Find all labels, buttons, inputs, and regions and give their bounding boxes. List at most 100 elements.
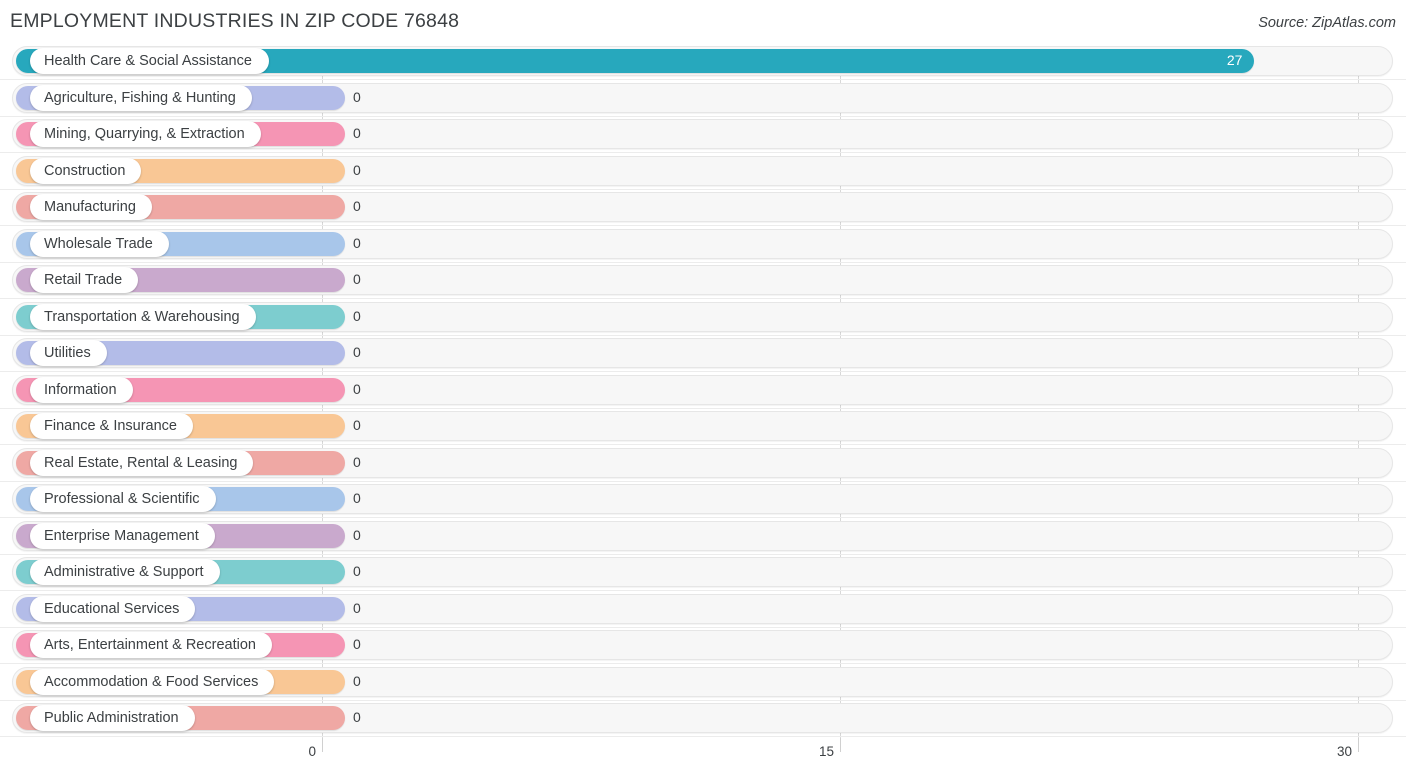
bar-value-label: 0 <box>353 417 361 433</box>
page-title: EMPLOYMENT INDUSTRIES IN ZIP CODE 76848 <box>10 10 460 32</box>
bar-value-label: 0 <box>353 198 361 214</box>
bar-category-label: Professional & Scientific <box>44 491 200 507</box>
row-separator <box>0 334 1406 336</box>
bar-value-label: 0 <box>353 563 361 579</box>
bar-label-pill: Agriculture, Fishing & Hunting <box>30 84 252 111</box>
bar-label-pill: Public Administration <box>30 705 196 731</box>
bar-value-label: 27 <box>1226 52 1243 68</box>
bar-row[interactable]: Transportation & Warehousing 0 <box>0 301 1406 336</box>
bar-label-pill: Information <box>30 376 133 403</box>
bar-row[interactable]: Educational Services 0 <box>0 593 1406 628</box>
row-separator <box>0 115 1406 117</box>
bar-category-label: Health Care & Social Assistance <box>44 53 252 69</box>
x-tick-mark <box>322 738 323 752</box>
bar-label-pill: Transportation & Warehousing <box>30 303 256 330</box>
bar-label-pill: Administrative & Support <box>30 559 220 585</box>
x-tick-mark <box>840 738 841 752</box>
bar-value-label: 0 <box>353 636 361 652</box>
bar-category-label: Arts, Entertainment & Recreation <box>44 637 256 653</box>
bar-row[interactable]: Construction 0 <box>0 155 1406 190</box>
bar-label-pill: Educational Services <box>30 595 196 622</box>
bar-label-pill: Health Care & Social Assistance <box>30 48 269 74</box>
row-separator <box>0 188 1406 190</box>
bar-row[interactable]: Accommodation & Food Services 0 <box>0 666 1406 701</box>
bar-row[interactable]: Administrative & Support 0 <box>0 557 1406 591</box>
row-separator <box>0 480 1406 482</box>
bar-label-pill: Construction <box>30 157 142 184</box>
bar-value-label: 0 <box>353 526 361 543</box>
bar-value-label: 0 <box>353 125 361 141</box>
bar-category-label: Information <box>44 381 117 398</box>
source-attribution: Source: ZipAtlas.com <box>1258 15 1396 31</box>
bar-label-pill: Enterprise Management <box>30 522 215 549</box>
bar-row[interactable]: Professional & Scientific 0 <box>0 484 1406 518</box>
bar-row[interactable]: Information 0 <box>0 374 1406 409</box>
bar-value-label: 0 <box>353 307 361 324</box>
bar-category-label: Educational Services <box>44 600 180 617</box>
bar-row[interactable]: Manufacturing 0 <box>0 192 1406 226</box>
row-separator <box>0 407 1406 409</box>
bar-row[interactable]: Wholesale Trade 0 <box>0 228 1406 263</box>
bar-value-label: 0 <box>353 672 361 689</box>
row-separator <box>0 517 1406 518</box>
row-separator <box>0 590 1406 591</box>
row-separator <box>0 444 1406 445</box>
bar-row[interactable]: Arts, Entertainment & Recreation 0 <box>0 630 1406 664</box>
bar-row[interactable]: Finance & Insurance 0 <box>0 411 1406 445</box>
bar-category-label: Manufacturing <box>44 199 136 215</box>
bar-value-label: 0 <box>353 599 361 616</box>
row-separator <box>0 626 1406 628</box>
bar-value-label: 0 <box>353 344 361 360</box>
bar-category-label: Real Estate, Rental & Leasing <box>44 454 238 471</box>
bar-label-pill: Mining, Quarrying, & Extraction <box>30 121 261 147</box>
row-separator <box>0 371 1406 372</box>
bar-label-pill: Finance & Insurance <box>30 413 193 439</box>
bar-row[interactable]: Enterprise Management 0 <box>0 520 1406 555</box>
bar-row[interactable]: Utilities 0 <box>0 338 1406 372</box>
row-separator <box>0 553 1406 555</box>
bar-label-pill: Manufacturing <box>30 194 152 220</box>
bar-value-label: 0 <box>353 234 361 251</box>
x-tick-mark <box>1358 738 1359 752</box>
x-tick-label-0: 0 <box>308 744 316 759</box>
row-separator <box>0 663 1406 664</box>
bar-category-label: Agriculture, Fishing & Hunting <box>44 89 236 106</box>
bar-value-label: 0 <box>353 709 361 725</box>
bar-row[interactable]: Agriculture, Fishing & Hunting 0 <box>0 82 1406 117</box>
bar-label-pill: Wholesale Trade <box>30 230 170 257</box>
row-separator <box>0 225 1406 226</box>
bar-category-label: Utilities <box>44 345 91 361</box>
bar-category-label: Finance & Insurance <box>44 418 177 434</box>
row-separator <box>0 261 1406 263</box>
bar-label-pill: Arts, Entertainment & Recreation <box>30 632 272 658</box>
bar-value-label: 0 <box>353 453 361 470</box>
row-separator <box>0 152 1406 153</box>
x-tick-label-15: 15 <box>818 744 834 759</box>
bar-category-label: Mining, Quarrying, & Extraction <box>44 126 245 142</box>
bar-row[interactable]: Real Estate, Rental & Leasing 0 <box>0 447 1406 482</box>
bar-category-label: Retail Trade <box>44 272 123 288</box>
row-separator <box>0 79 1406 80</box>
chart-plot-area: Health Care & Social Assistance 27 Agricul… <box>0 46 1406 738</box>
bar-value-label: 0 <box>353 161 361 178</box>
bar-category-label: Public Administration <box>44 710 179 726</box>
bar-label-pill: Professional & Scientific <box>30 486 216 512</box>
bar-category-label: Administrative & Support <box>44 564 204 580</box>
bar-row[interactable]: Retail Trade 0 <box>0 265 1406 299</box>
bar-value-label: 0 <box>353 490 361 506</box>
bar-label-pill: Accommodation & Food Services <box>30 668 275 695</box>
bar-row[interactable]: Public Administration 0 <box>0 703 1406 737</box>
bar-label-pill: Retail Trade <box>30 267 139 293</box>
bar-value-label: 0 <box>353 380 361 397</box>
row-separator <box>0 699 1406 701</box>
x-tick-label-30: 30 <box>1336 744 1352 759</box>
bar-label-pill: Real Estate, Rental & Leasing <box>30 449 254 476</box>
bar-category-label: Enterprise Management <box>44 527 199 544</box>
row-separator <box>0 736 1406 737</box>
row-separator <box>0 298 1406 299</box>
bar-category-label: Wholesale Trade <box>44 235 153 252</box>
bar-row[interactable]: Mining, Quarrying, & Extraction 0 <box>0 119 1406 153</box>
bar-category-label: Accommodation & Food Services <box>44 673 259 690</box>
bar-row[interactable]: Health Care & Social Assistance 27 <box>0 46 1406 80</box>
bar-value-label: 0 <box>353 271 361 287</box>
